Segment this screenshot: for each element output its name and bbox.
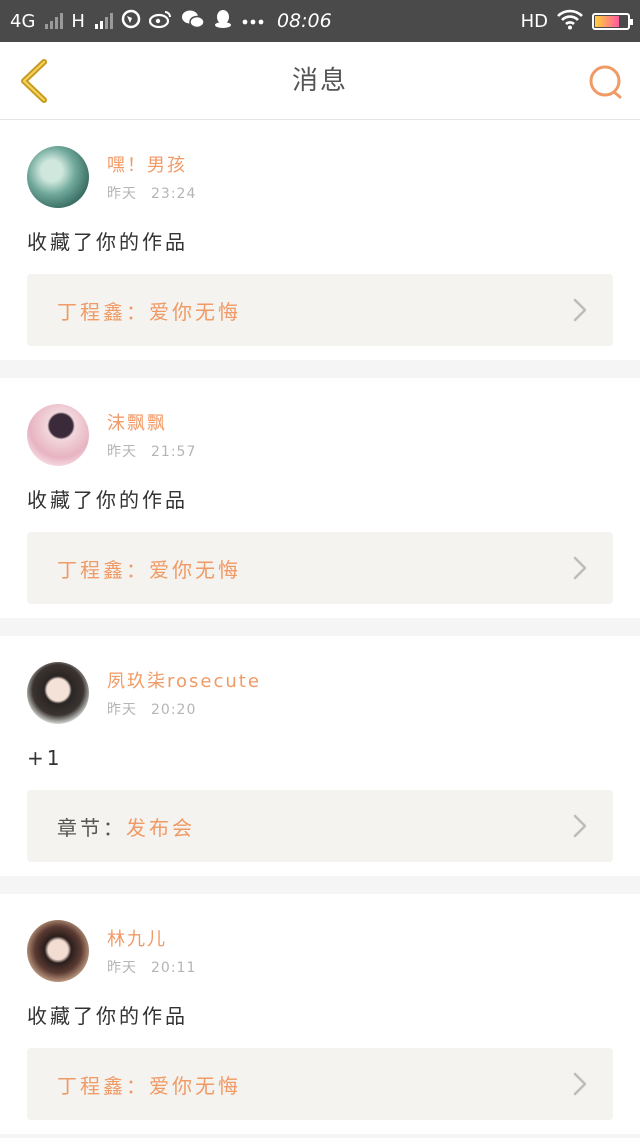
work-reference-title: 爱你无悔: [149, 299, 241, 324]
timestamp-day: 昨天: [107, 444, 137, 460]
network-h-label: H: [71, 10, 85, 32]
timestamp-time: 20:20: [151, 702, 197, 718]
message-action: 收藏了你的作品: [27, 488, 188, 512]
work-reference-text: 丁程鑫：爱你无悔: [57, 554, 241, 583]
search-button[interactable]: [588, 64, 624, 100]
timestamp-day: 昨天: [107, 186, 137, 202]
message-meta: 沫飘飘 昨天 21:57: [107, 409, 196, 461]
battery-icon: [592, 12, 633, 30]
message-list: 嘿！男孩 昨天 23:24 收藏了你的作品 丁程鑫：爱你无悔 沫飘飘 昨天 21:5…: [0, 120, 640, 1134]
work-reference-text: 丁程鑫：爱你无悔: [57, 296, 241, 325]
message-action: 收藏了你的作品: [27, 230, 188, 254]
chapter-reference-label: 章节：: [57, 815, 126, 840]
work-reference-label: 丁程鑫：: [57, 1073, 149, 1098]
more-icon: [241, 12, 265, 30]
chapter-reference-link[interactable]: 章节：发布会: [27, 790, 613, 862]
avatar[interactable]: [27, 146, 89, 208]
message-card: 嘿！男孩 昨天 23:24 收藏了你的作品 丁程鑫：爱你无悔: [0, 120, 640, 360]
timestamp-time: 21:57: [151, 444, 197, 460]
message-header: 嘿！男孩 昨天 23:24: [27, 146, 613, 208]
chevron-right-icon: [573, 298, 587, 322]
status-bar-left: 4G H 08:06: [10, 9, 332, 33]
status-bar-right: HD: [520, 8, 633, 35]
timestamp-time: 20:11: [151, 960, 197, 976]
avatar[interactable]: [27, 920, 89, 982]
message-meta: 嘿！男孩 昨天 23:24: [107, 151, 196, 203]
timestamp: 昨天 20:11: [107, 957, 196, 977]
work-reference-label: 丁程鑫：: [57, 557, 149, 582]
weibo-icon: [148, 9, 173, 33]
chapter-reference-text: 章节：发布会: [57, 812, 195, 841]
chevron-right-icon: [573, 1072, 587, 1096]
message-meta: 林九儿 昨天 20:11: [107, 925, 196, 977]
signal-icon: [45, 13, 64, 29]
message-meta: 夙玖柒rosecute 昨天 20:20: [107, 667, 261, 719]
message-action: 收藏了你的作品: [27, 1004, 188, 1028]
nav-bar: 消息: [0, 42, 640, 120]
work-reference-title: 爱你无悔: [149, 557, 241, 582]
chevron-right-icon: [573, 556, 587, 580]
message-card: 沫飘飘 昨天 21:57 收藏了你的作品 丁程鑫：爱你无悔: [0, 378, 640, 618]
browser-icon: [121, 9, 141, 33]
work-reference-link[interactable]: 丁程鑫：爱你无悔: [27, 274, 613, 346]
wechat-icon: [181, 9, 205, 33]
message-header: 林九儿 昨天 20:11: [27, 920, 613, 982]
work-reference-link[interactable]: 丁程鑫：爱你无悔: [27, 532, 613, 604]
search-icon: [589, 65, 622, 99]
timestamp-time: 23:24: [151, 186, 197, 202]
work-reference-label: 丁程鑫：: [57, 299, 149, 324]
message-card: 林九儿 昨天 20:11 收藏了你的作品 丁程鑫：爱你无悔: [0, 894, 640, 1134]
work-reference-link[interactable]: 丁程鑫：爱你无悔: [27, 1048, 613, 1120]
signal-icon: [94, 13, 113, 29]
timestamp: 昨天 20:20: [107, 699, 261, 719]
message-action: +1: [27, 746, 63, 770]
network-4g-label: 4G: [10, 10, 36, 32]
username[interactable]: 夙玖柒rosecute: [107, 667, 261, 693]
status-bar: 4G H 08:06 HD: [0, 0, 640, 42]
status-time: 08:06: [276, 10, 332, 32]
username[interactable]: 沫飘飘: [107, 409, 196, 435]
username[interactable]: 嘿！男孩: [107, 151, 196, 177]
qq-icon: [213, 9, 233, 33]
message-header: 夙玖柒rosecute 昨天 20:20: [27, 662, 613, 724]
chapter-reference-title: 发布会: [126, 815, 195, 840]
timestamp: 昨天 23:24: [107, 183, 196, 203]
chevron-right-icon: [573, 814, 587, 838]
timestamp-day: 昨天: [107, 960, 137, 976]
avatar[interactable]: [27, 404, 89, 466]
message-card: 夙玖柒rosecute 昨天 20:20 +1 章节：发布会: [0, 636, 640, 876]
avatar[interactable]: [27, 662, 89, 724]
hd-label: HD: [520, 10, 548, 32]
wifi-icon: [556, 8, 584, 35]
username[interactable]: 林九儿: [107, 925, 196, 951]
work-reference-text: 丁程鑫：爱你无悔: [57, 1070, 241, 1099]
work-reference-title: 爱你无悔: [149, 1073, 241, 1098]
timestamp: 昨天 21:57: [107, 441, 196, 461]
timestamp-day: 昨天: [107, 702, 137, 718]
message-header: 沫飘飘 昨天 21:57: [27, 404, 613, 466]
page-title: 消息: [291, 66, 348, 96]
